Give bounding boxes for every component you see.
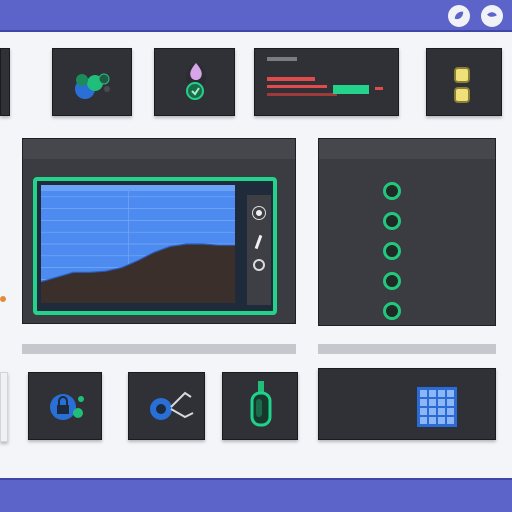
app-card-1[interactable]: [52, 48, 132, 116]
app-card-5[interactable]: [28, 372, 102, 440]
app-card-4[interactable]: [426, 48, 502, 116]
side-panel: [318, 138, 496, 326]
circle-icon[interactable]: [253, 207, 265, 219]
blobs-icon: [75, 73, 110, 99]
warning-bar: [267, 85, 327, 88]
warning-bar: [267, 93, 337, 96]
status-dot-icon: [383, 212, 401, 230]
slash-icon[interactable]: [254, 234, 263, 250]
divider: [318, 344, 496, 354]
card-title-bar: [267, 57, 297, 61]
robot-arm-icon: [150, 391, 194, 420]
token-icon: [454, 67, 470, 83]
status-dot-icon: [383, 182, 401, 200]
app-card-7[interactable]: [222, 372, 298, 440]
app-card-3[interactable]: [254, 48, 399, 116]
tool-strip: [247, 195, 271, 305]
warning-mark: [375, 87, 383, 90]
area-chart: [40, 185, 235, 303]
chart-top-strip: [41, 185, 235, 191]
main-panel: [22, 138, 296, 324]
side-list-row[interactable]: [329, 242, 487, 260]
top-bar: [0, 0, 512, 32]
status-dot-icon: [383, 302, 401, 320]
bottom-bar: [0, 478, 512, 512]
refresh-icon[interactable]: [253, 259, 265, 271]
leaf-icon[interactable]: [481, 5, 503, 27]
side-list-row[interactable]: [329, 182, 487, 200]
token-icon: [454, 87, 470, 103]
orange-dot-icon: [0, 296, 6, 302]
bottle-icon: [250, 381, 272, 427]
side-list-row[interactable]: [329, 212, 487, 230]
info-card[interactable]: [318, 368, 496, 440]
status-dot-icon: [383, 272, 401, 290]
warning-bar: [267, 77, 315, 81]
app-card-2[interactable]: [154, 48, 235, 116]
divider: [22, 344, 296, 354]
edge-card-left: [0, 48, 10, 116]
grid-thumbnail: [417, 387, 457, 427]
side-list-row[interactable]: [329, 302, 487, 320]
main-panel-header: [23, 139, 295, 159]
app-card-6[interactable]: [128, 372, 205, 440]
progress-bar: [333, 85, 369, 94]
drop-icon: [186, 63, 206, 100]
chart-area[interactable]: [33, 177, 277, 315]
lock-icon: [50, 394, 84, 420]
leaf-icon[interactable]: [448, 5, 470, 27]
side-panel-header: [319, 139, 495, 159]
side-list-row[interactable]: [329, 272, 487, 290]
edge-card-left-bottom: [0, 372, 8, 442]
status-dot-icon: [383, 242, 401, 260]
